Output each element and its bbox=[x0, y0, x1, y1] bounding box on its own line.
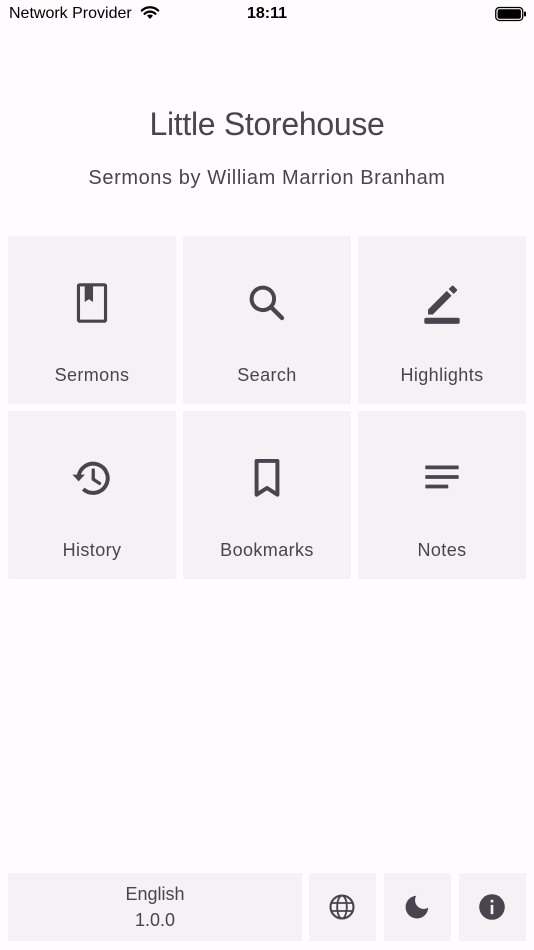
highlights-tile[interactable]: Highlights bbox=[358, 236, 526, 404]
history-tile[interactable]: History bbox=[8, 411, 176, 579]
status-bar: Network Provider 18:11 bbox=[0, 0, 534, 30]
sermons-label: Sermons bbox=[54, 365, 130, 385]
bookmarks-label: Bookmarks bbox=[220, 540, 314, 560]
notes-label: Notes bbox=[417, 540, 467, 560]
sermons-tile[interactable]: Sermons bbox=[8, 236, 176, 404]
app-title: Little Storehouse bbox=[149, 106, 385, 142]
search-label: Search bbox=[237, 365, 297, 385]
history-label: History bbox=[62, 540, 122, 560]
info-button[interactable] bbox=[459, 873, 526, 941]
bookmarks-tile[interactable]: Bookmarks bbox=[183, 411, 351, 579]
bookmark-icon bbox=[254, 458, 280, 497]
notes-icon bbox=[425, 465, 459, 489]
highlights-label: Highlights bbox=[400, 365, 484, 385]
search-tile[interactable]: Search bbox=[183, 236, 351, 404]
app-subtitle: Sermons by William Marrion Branham bbox=[88, 167, 446, 189]
language-button[interactable] bbox=[309, 873, 376, 941]
battery-icon bbox=[495, 6, 526, 22]
history-icon bbox=[72, 461, 110, 495]
theme-toggle-button[interactable] bbox=[384, 873, 451, 941]
notes-tile[interactable]: Notes bbox=[358, 411, 526, 579]
globe-icon bbox=[329, 894, 355, 920]
book-icon bbox=[76, 283, 108, 323]
info-icon bbox=[479, 894, 505, 920]
dark-mode-icon bbox=[405, 895, 429, 919]
language-selector[interactable]: English 1.0.0 bbox=[8, 873, 302, 941]
language-label: English bbox=[125, 884, 185, 904]
version-label: 1.0.0 bbox=[134, 910, 176, 930]
search-icon bbox=[249, 285, 285, 321]
highlight-pen-icon bbox=[424, 285, 460, 324]
status-time: 18:11 bbox=[246, 5, 288, 22]
